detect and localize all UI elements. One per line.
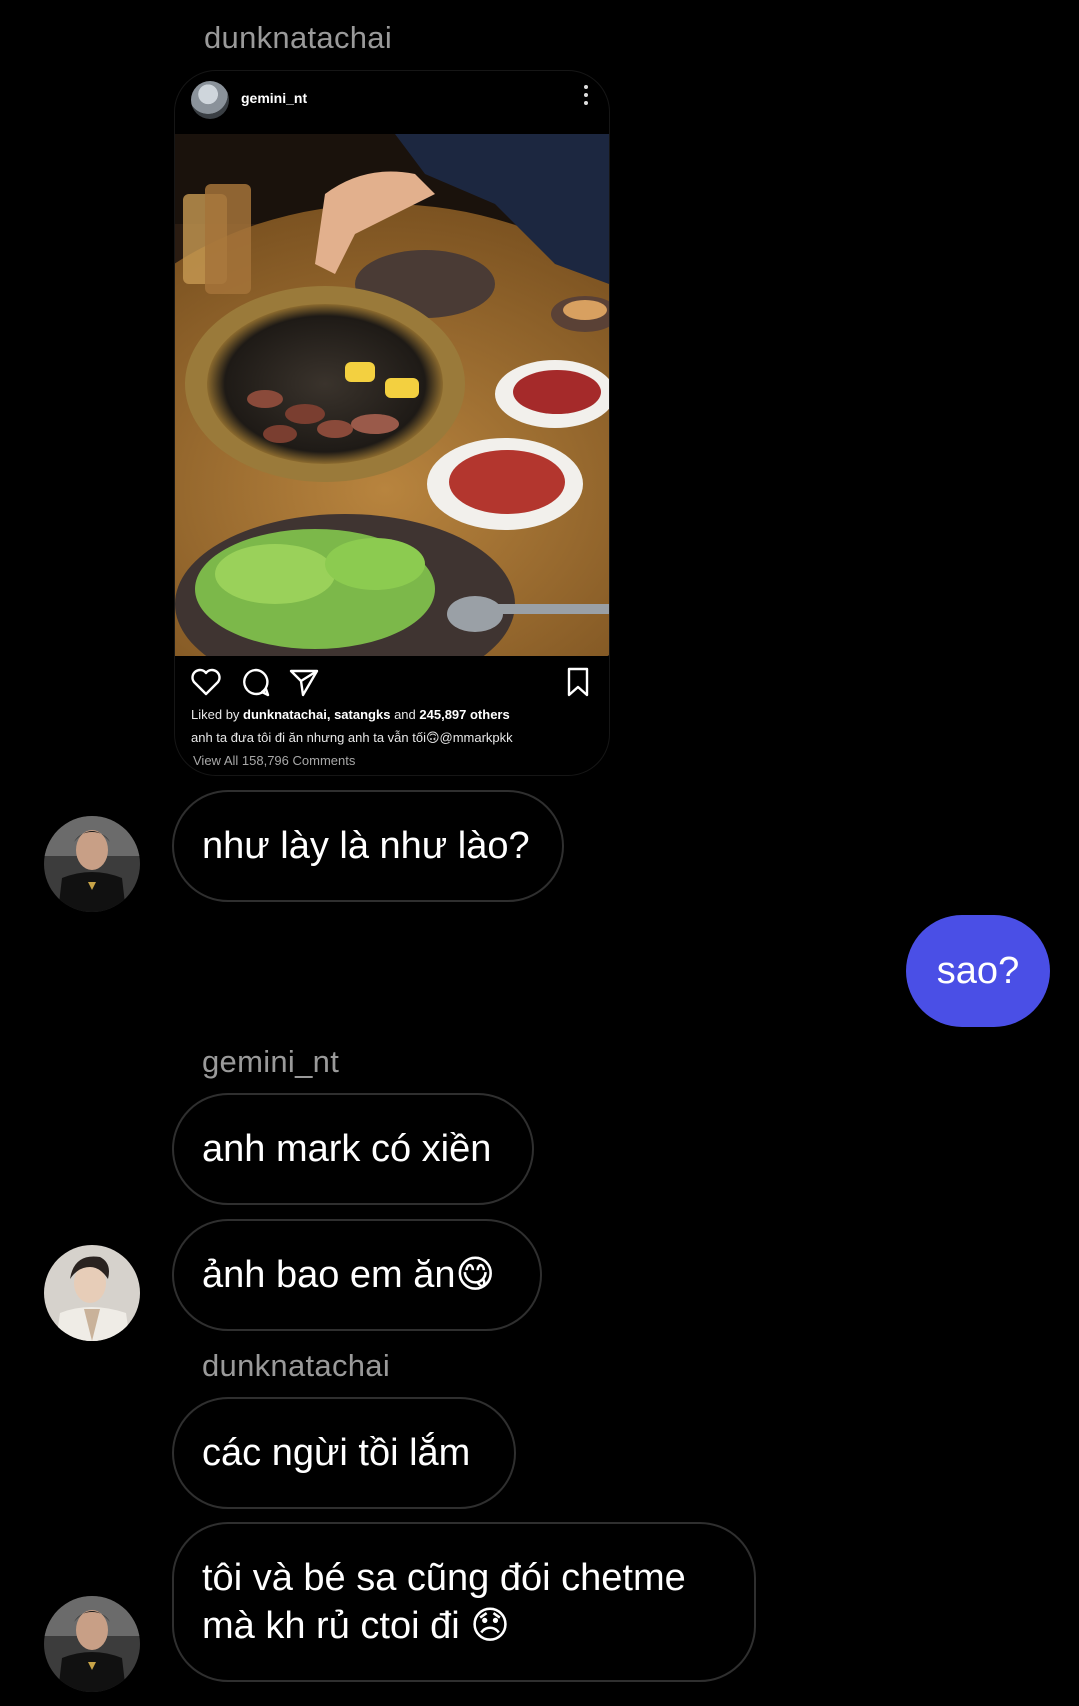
avatar-dunknatachai[interactable] xyxy=(44,816,140,912)
likes-count[interactable]: 245,897 others xyxy=(419,707,509,722)
shared-post-card[interactable]: gemini_nt Liked by dunknatachai, satangk… xyxy=(174,70,610,776)
view-comments-link[interactable]: View All 158,796 Comments xyxy=(193,753,355,768)
message-text: sao? xyxy=(936,949,1020,992)
message-text: tôi và bé sa cũng đói chetme mà kh rủ ct… xyxy=(202,1554,686,1650)
message-bubble-incoming[interactable]: tôi và bé sa cũng đói chetme mà kh rủ ct… xyxy=(172,1522,756,1682)
sender-name-gemini: gemini_nt xyxy=(202,1044,340,1079)
message-line: tôi và bé sa cũng đói chetme xyxy=(202,1557,686,1599)
post-likes[interactable]: Liked by dunknatachai, satangks and 245,… xyxy=(191,707,510,722)
message-bubble-incoming[interactable]: như lày là như lào? xyxy=(172,790,564,902)
likes-prefix: Liked by xyxy=(191,707,240,722)
share-icon[interactable] xyxy=(287,665,321,699)
message-bubble-incoming[interactable]: ảnh bao em ăn😋 xyxy=(172,1219,542,1331)
message-line: mà kh rủ ctoi đi 😞 xyxy=(202,1605,510,1647)
post-author-username[interactable]: gemini_nt xyxy=(241,90,307,106)
post-photo[interactable] xyxy=(175,134,609,656)
bookmark-icon[interactable] xyxy=(561,665,595,699)
shared-post-header: gemini_nt xyxy=(175,71,609,133)
heart-icon[interactable] xyxy=(189,665,223,699)
post-action-bar xyxy=(175,665,609,705)
post-author-avatar[interactable] xyxy=(191,81,229,119)
comment-icon[interactable] xyxy=(239,665,273,699)
message-text: các ngừi tồi lắm xyxy=(202,1432,471,1474)
sender-name-dunknatachai: dunknatachai xyxy=(204,20,393,55)
message-bubble-outgoing[interactable]: sao? xyxy=(906,915,1050,1027)
avatar-dunknatachai[interactable] xyxy=(44,1596,140,1692)
likes-and: and xyxy=(394,707,416,722)
message-text: như lày là như lào? xyxy=(202,825,530,867)
post-caption: anh ta đưa tôi đi ăn nhưng anh ta vẫn tố… xyxy=(191,730,513,745)
more-icon[interactable] xyxy=(583,85,589,111)
avatar-gemini[interactable] xyxy=(44,1245,140,1341)
likes-names[interactable]: dunknatachai, satangks xyxy=(243,707,390,722)
message-text: ảnh bao em ăn😋 xyxy=(202,1254,496,1296)
message-text: anh mark có xiền xyxy=(202,1128,492,1170)
message-bubble-incoming[interactable]: anh mark có xiền xyxy=(172,1093,534,1205)
sender-name-dunknatachai: dunknatachai xyxy=(202,1348,391,1383)
message-bubble-incoming[interactable]: các ngừi tồi lắm xyxy=(172,1397,516,1509)
